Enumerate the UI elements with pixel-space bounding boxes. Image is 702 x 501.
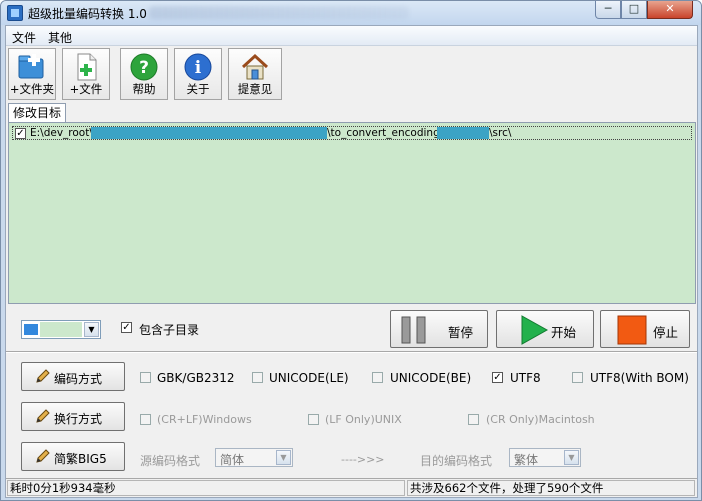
minimize-button[interactable]: ─: [595, 1, 621, 19]
combo-fill: [40, 322, 82, 337]
close-button[interactable]: ✕: [647, 1, 693, 19]
status-bar: 耗时0分1秒934毫秒 共涉及662个文件，处理了590个文件: [6, 478, 697, 497]
target-encoding-label: 目的编码格式: [420, 454, 493, 468]
encoding-gbk-checkbox[interactable]: [140, 372, 151, 383]
status-elapsed: 耗时0分1秒934毫秒: [7, 480, 405, 496]
simplified-traditional-label: 简繁BIG5: [54, 452, 107, 466]
close-icon: ✕: [665, 2, 675, 15]
source-encoding-value: 简体: [220, 453, 245, 467]
maximize-button[interactable]: □: [621, 1, 647, 19]
encoding-mode-label: 编码方式: [54, 372, 103, 386]
target-list[interactable]: ✓ E:\dev_root\ \to_convert_encoding\ \sr…: [8, 122, 696, 304]
help-button[interactable]: ? 帮助: [120, 48, 168, 100]
start-label: 开始: [551, 325, 577, 340]
about-label: 关于: [186, 82, 210, 96]
path-prefix: E:\dev_root\: [30, 127, 93, 139]
tab-modify-target[interactable]: 修改目标: [8, 103, 66, 122]
pencil-icon: [36, 409, 50, 423]
pause-icon: [401, 316, 426, 344]
about-button[interactable]: i 关于: [174, 48, 222, 100]
encoding-unicode-be-checkbox[interactable]: [372, 372, 383, 383]
encoding-utf8-bom-label: UTF8(With BOM): [590, 371, 689, 385]
menu-bar: 文件 其他: [6, 26, 697, 46]
menu-file[interactable]: 文件: [12, 29, 36, 46]
pencil-icon: [36, 369, 50, 383]
help-icon: ?: [129, 52, 159, 82]
chevron-down-icon: ▼: [84, 322, 99, 337]
minimize-icon: ─: [604, 2, 612, 15]
path-suffix: \src\: [489, 127, 512, 139]
list-filter-combo[interactable]: ▼: [21, 320, 101, 339]
toolbar: +文件夹 +文件 ? 帮助 i 关于 提意见: [6, 47, 697, 101]
encoding-utf8-label: UTF8: [510, 371, 541, 385]
divider: [6, 351, 697, 353]
newline-cr-label: (CR Only)Macintosh: [486, 413, 595, 426]
main-window: 超级批量编码转换 1.0 ─ □ ✕ 文件 其他 +文件夹 +文件 ? 帮助 i…: [0, 0, 702, 501]
include-subdirs-label: 包含子目录: [139, 323, 200, 337]
source-encoding-select[interactable]: 简体 ▼: [215, 448, 293, 467]
chevron-down-icon: ▼: [564, 450, 579, 465]
add-file-label: +文件: [69, 82, 103, 96]
redacted-path-segment-2: [437, 127, 489, 139]
start-button[interactable]: 开始: [496, 310, 594, 348]
list-item[interactable]: ✓ E:\dev_root\ \to_convert_encoding\ \sr…: [12, 126, 692, 140]
newline-crlf-label: (CR+LF)Windows: [157, 413, 252, 426]
stop-label: 停止: [653, 325, 679, 340]
newline-mode-button[interactable]: 换行方式: [21, 402, 125, 431]
client-area: 文件 其他 +文件夹 +文件 ? 帮助 i 关于 提意见 修改目标 ✓ E:\d…: [5, 25, 698, 498]
newline-crlf-checkbox[interactable]: [140, 414, 151, 425]
pause-label: 暂停: [448, 325, 474, 340]
pencil-icon: [36, 449, 50, 463]
status-summary: 共涉及662个文件，处理了590个文件: [407, 480, 695, 496]
newline-lf-label: (LF Only)UNIX: [325, 413, 402, 426]
home-icon: [240, 52, 270, 82]
add-folder-label: +文件夹: [9, 82, 55, 96]
add-folder-button[interactable]: +文件夹: [8, 48, 56, 100]
newline-cr-checkbox[interactable]: [468, 414, 479, 425]
encoding-unicode-be-label: UNICODE(BE): [390, 371, 472, 385]
feedback-label: 提意见: [237, 82, 273, 96]
target-encoding-value: 繁体: [514, 453, 539, 467]
encoding-unicode-le-label: UNICODE(LE): [269, 371, 349, 385]
add-file-icon: [71, 52, 101, 82]
info-icon: i: [183, 52, 213, 82]
menu-other[interactable]: 其他: [48, 29, 72, 46]
encoding-gbk-label: GBK/GB2312: [157, 371, 235, 385]
app-icon: [7, 5, 23, 21]
list-item-checkbox[interactable]: ✓: [15, 128, 26, 139]
encoding-utf8-bom-checkbox[interactable]: [572, 372, 583, 383]
stop-icon: [617, 315, 647, 345]
feedback-button[interactable]: 提意见: [228, 48, 282, 100]
window-title: 超级批量编码转换 1.0: [28, 7, 147, 21]
encoding-unicode-le-checkbox[interactable]: [252, 372, 263, 383]
stop-button[interactable]: 停止: [600, 310, 690, 348]
target-encoding-select[interactable]: 繁体 ▼: [509, 448, 581, 467]
svg-text:?: ?: [139, 58, 149, 78]
play-icon: [521, 315, 549, 345]
path-middle: \to_convert_encoding\: [327, 127, 444, 139]
add-folder-icon: [17, 52, 47, 82]
add-file-button[interactable]: +文件: [62, 48, 110, 100]
source-encoding-label: 源编码格式: [140, 454, 201, 468]
encoding-mode-button[interactable]: 编码方式: [21, 362, 125, 391]
blurred-title-suffix: [149, 6, 409, 19]
maximize-icon: □: [628, 2, 640, 15]
help-label: 帮助: [132, 82, 156, 96]
svg-text:i: i: [195, 58, 202, 78]
color-swatch: [24, 324, 38, 335]
include-subdirs-checkbox[interactable]: ✓: [121, 322, 132, 333]
newline-mode-label: 换行方式: [54, 412, 103, 426]
pause-button[interactable]: 暂停: [390, 310, 488, 348]
chevron-down-icon: ▼: [276, 450, 291, 465]
direction-arrow: ---->>>: [341, 453, 385, 466]
encoding-utf8-checkbox[interactable]: ✓: [492, 372, 503, 383]
newline-lf-checkbox[interactable]: [308, 414, 319, 425]
title-bar[interactable]: 超级批量编码转换 1.0 ─ □ ✕: [1, 1, 701, 25]
simplified-traditional-button[interactable]: 简繁BIG5: [21, 442, 125, 471]
redacted-path-segment: [91, 127, 327, 139]
